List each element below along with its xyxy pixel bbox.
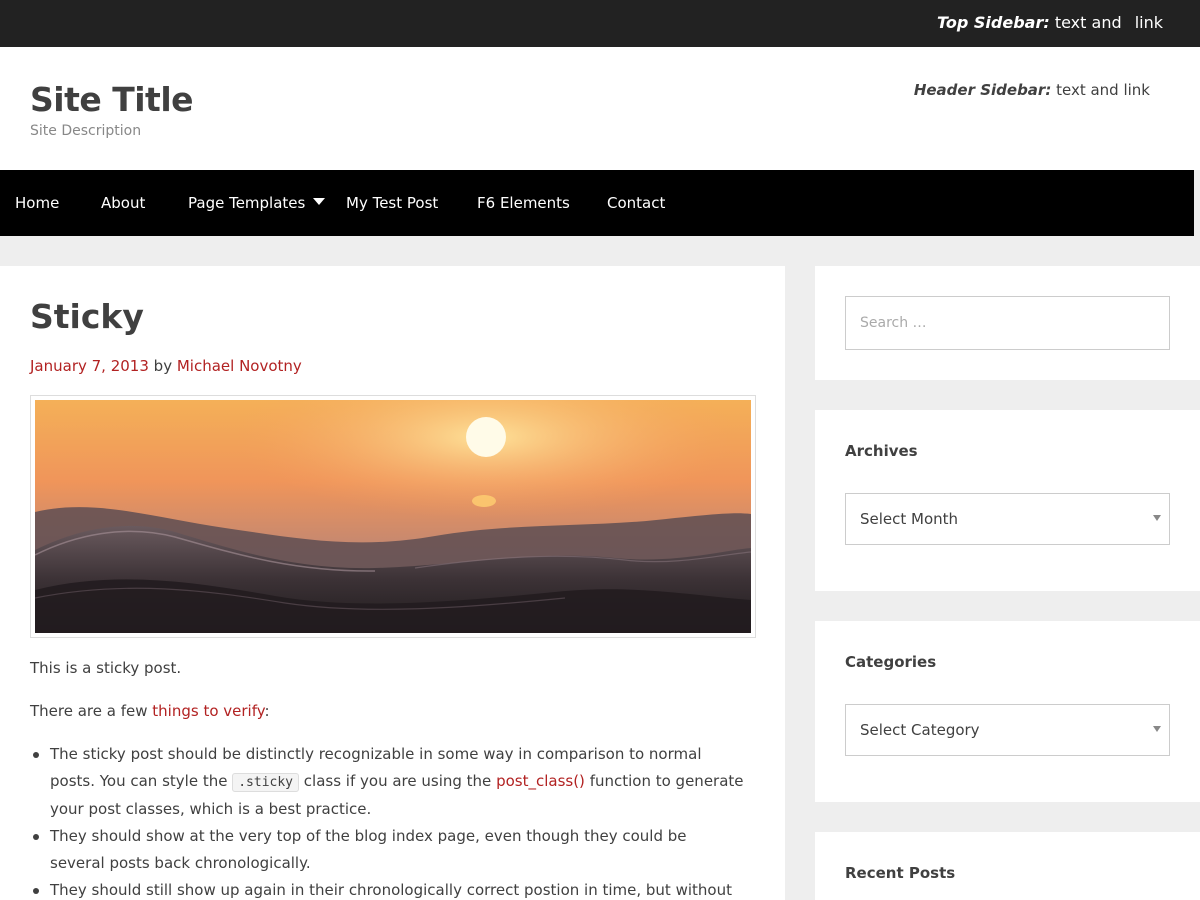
archives-title: Archives xyxy=(845,442,918,460)
post-meta: January 7, 2013 by Michael Novotny xyxy=(30,355,302,377)
post-body: This is a sticky post. There are a few t… xyxy=(30,655,745,900)
post-class-link[interactable]: post_class() xyxy=(496,772,585,790)
post-title[interactable]: Sticky xyxy=(30,296,144,338)
nav-item-f6-elements[interactable]: F6 Elements xyxy=(477,193,570,213)
nav-item-about[interactable]: About xyxy=(101,193,145,213)
search-input[interactable] xyxy=(845,296,1170,350)
recent-posts-widget: Recent Posts xyxy=(815,832,1200,900)
caret-down-icon xyxy=(1153,726,1161,732)
archives-select[interactable]: Select Month xyxy=(845,493,1170,545)
header-sidebar: Header Sidebar: text and link xyxy=(914,80,1150,100)
top-sidebar-text: text and xyxy=(1054,13,1122,32)
site-header: Site Title Site Description Header Sideb… xyxy=(0,47,1200,170)
top-bar: Top Sidebar: text and link xyxy=(0,0,1200,47)
list-item: The sticky post should be distinctly rec… xyxy=(30,741,745,823)
verify-list: The sticky post should be distinctly rec… xyxy=(30,741,745,900)
top-sidebar: Top Sidebar: text and link xyxy=(937,13,1163,33)
archives-select-value: Select Month xyxy=(860,510,959,528)
recent-posts-title: Recent Posts xyxy=(845,864,956,882)
categories-select[interactable]: Select Category xyxy=(845,704,1170,756)
sticky-code: .sticky xyxy=(232,773,300,792)
header-sidebar-text: text and link xyxy=(1056,81,1150,99)
verify-suffix: : xyxy=(264,702,270,720)
nav-item-home[interactable]: Home xyxy=(15,193,59,213)
post-content: Sticky January 7, 2013 by Michael Novotn… xyxy=(0,266,785,900)
sunset-ocean-wave-image xyxy=(35,400,751,633)
main-navigation: Home About Page Templates My Test Post F… xyxy=(0,170,1194,236)
featured-image xyxy=(30,395,756,638)
caret-down-icon xyxy=(1153,515,1161,521)
post-author-link[interactable]: Michael Novotny xyxy=(177,357,302,375)
categories-select-value: Select Category xyxy=(860,721,980,739)
post-meta-by: by xyxy=(153,357,173,375)
verify-link[interactable]: things to verify xyxy=(152,702,264,720)
site-title[interactable]: Site Title xyxy=(30,80,194,120)
top-sidebar-label: Top Sidebar: xyxy=(937,13,1050,32)
categories-title: Categories xyxy=(845,653,937,671)
categories-widget: Categories Select Category xyxy=(815,621,1200,802)
nav-item-page-templates-label: Page Templates xyxy=(188,194,306,212)
post-date-link[interactable]: January 7, 2013 xyxy=(30,357,149,375)
nav-item-contact[interactable]: Contact xyxy=(607,193,665,213)
list-item: They should still show up again in their… xyxy=(30,877,745,900)
site-description: Site Description xyxy=(30,123,142,139)
list-item: They should show at the very top of the … xyxy=(30,823,745,877)
post-verify-paragraph: There are a few things to verify: xyxy=(30,698,745,725)
header-sidebar-label: Header Sidebar: xyxy=(913,81,1052,99)
caret-down-icon xyxy=(313,198,326,205)
nav-item-my-test-post[interactable]: My Test Post xyxy=(346,193,438,213)
archives-widget: Archives Select Month xyxy=(815,410,1200,591)
verify-prefix: There are a few xyxy=(30,702,148,720)
nav-item-page-templates[interactable]: Page Templates xyxy=(188,193,326,213)
top-sidebar-link[interactable]: link xyxy=(1135,13,1163,32)
list-item-text: class if you are using the xyxy=(303,772,492,790)
search-widget xyxy=(815,266,1200,380)
post-intro: This is a sticky post. xyxy=(30,659,182,677)
